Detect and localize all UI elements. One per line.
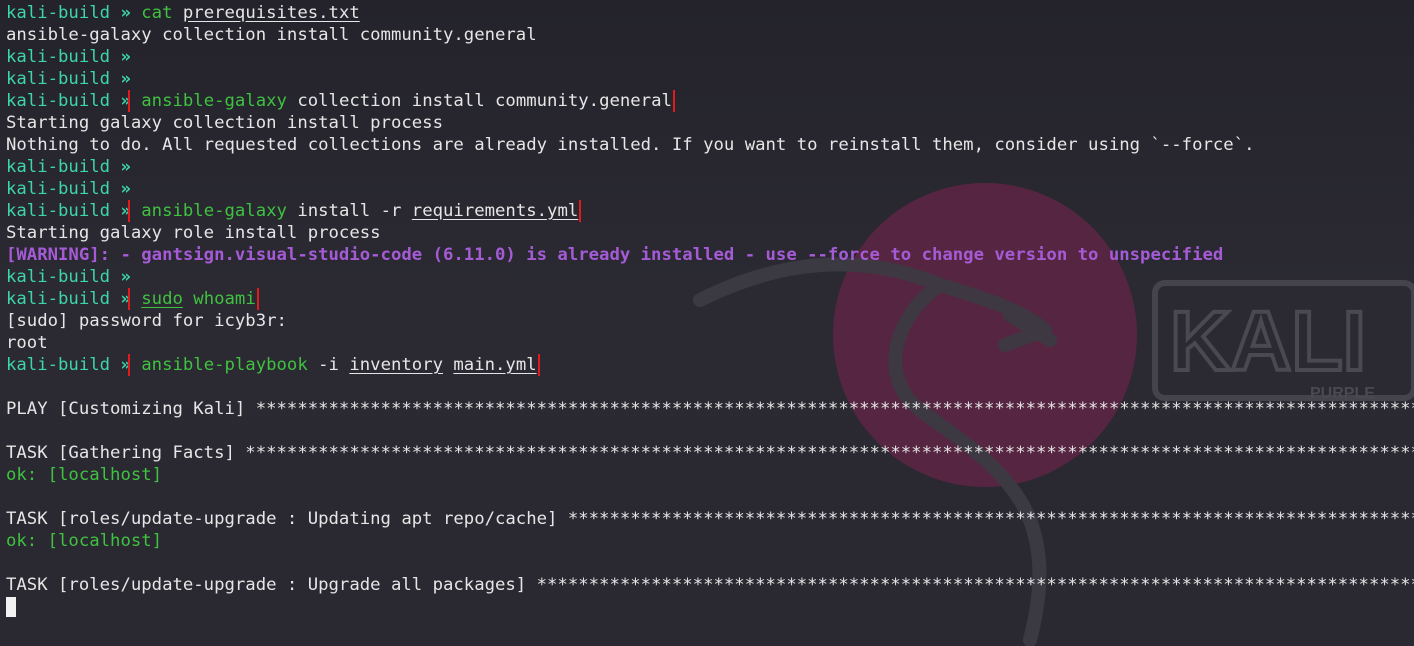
terminal-line: root: [6, 333, 48, 353]
highlighted-command: ansible-galaxy collection install commun…: [127, 90, 675, 112]
terminal-line: kali-build »: [6, 69, 131, 89]
warning-line: [WARNING]: - gantsign.visual-studio-code…: [6, 245, 1224, 265]
terminal-line: ansible-galaxy collection install commun…: [6, 25, 537, 45]
terminal-line: kali-build » ansible-galaxy install -r r…: [6, 200, 582, 222]
task-header: TASK [Gathering Facts] *****************…: [6, 443, 1414, 463]
terminal-line: Nothing to do. All requested collections…: [6, 135, 1255, 155]
file-argument: main.yml: [453, 355, 537, 375]
terminal-line: kali-build » sudo whoami: [6, 288, 259, 310]
file-argument: requirements.yml: [411, 201, 579, 221]
terminal-line: kali-build » cat prerequisites.txt: [6, 3, 360, 23]
highlighted-command: sudo whoami: [127, 288, 259, 310]
command-name: cat: [141, 3, 173, 23]
terminal-line: kali-build »: [6, 157, 131, 177]
file-argument: prerequisites.txt: [182, 3, 360, 23]
terminal-output[interactable]: kali-build » cat prerequisites.txt ansib…: [6, 2, 1414, 618]
terminal-line: kali-build »: [6, 47, 131, 67]
cursor-line: [6, 596, 1414, 618]
terminal-line: kali-build » ansible-galaxy collection i…: [6, 90, 675, 112]
terminal-line: kali-build »: [6, 179, 131, 199]
play-header: PLAY [Customizing Kali] ****************…: [6, 399, 1414, 419]
highlighted-command: ansible-galaxy install -r requirements.y…: [127, 200, 582, 222]
terminal-line: kali-build » ansible-playbook -i invento…: [6, 354, 540, 376]
highlighted-command: ansible-playbook -i inventory main.yml: [127, 354, 540, 376]
terminal-line: [sudo] password for icyb3r:: [6, 311, 287, 331]
terminal-line: kali-build »: [6, 267, 131, 287]
terminal-line: Starting galaxy collection install proce…: [6, 113, 443, 133]
task-result: ok: [localhost]: [6, 531, 163, 551]
terminal-line: Starting galaxy role install process: [6, 223, 381, 243]
terminal-cursor[interactable]: [6, 597, 16, 617]
task-header: TASK [roles/update-upgrade : Upgrade all…: [6, 575, 1414, 595]
task-header: TASK [roles/update-upgrade : Updating ap…: [6, 509, 1414, 529]
file-argument: inventory: [349, 355, 443, 375]
task-result: ok: [localhost]: [6, 465, 163, 485]
